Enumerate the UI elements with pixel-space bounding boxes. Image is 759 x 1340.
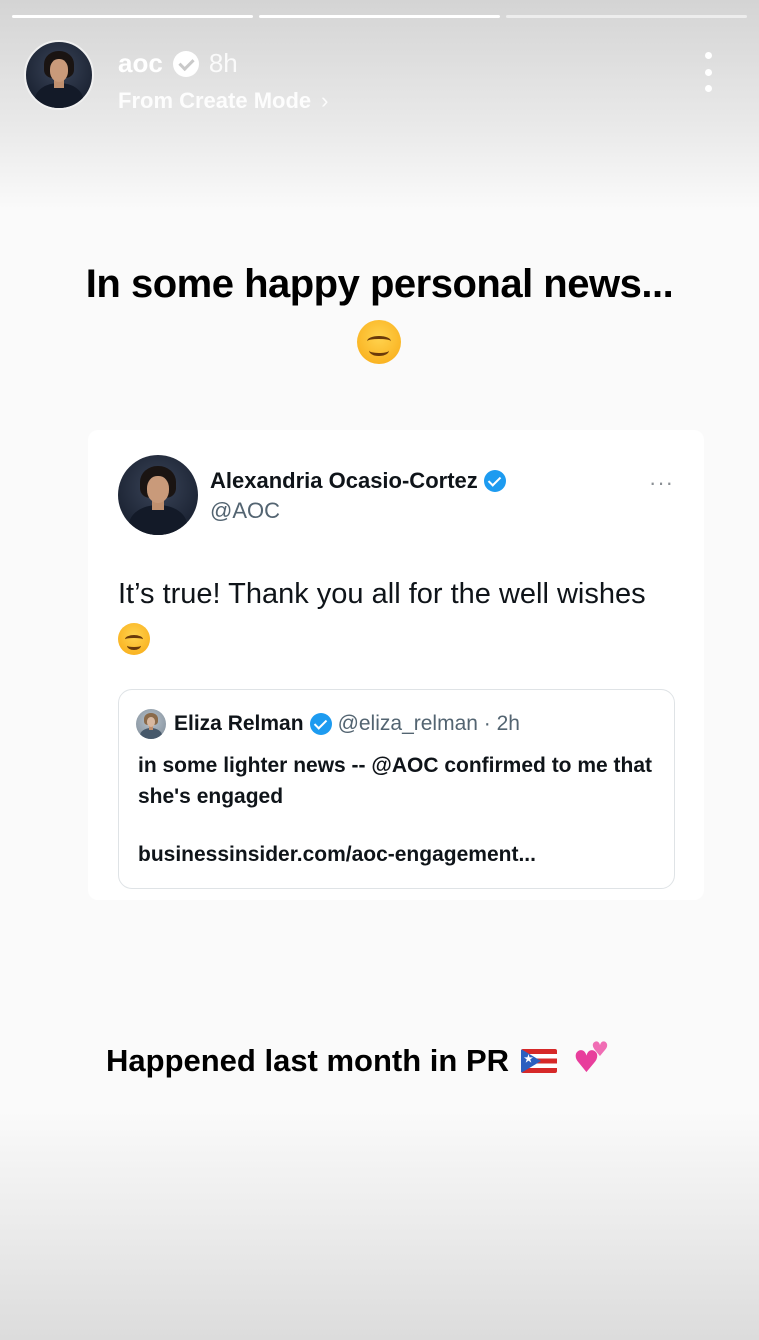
story-caption: Happened last month in PR ★ ♥ ♥ bbox=[106, 1037, 613, 1080]
flag-star: ★ bbox=[524, 1054, 533, 1065]
quoted-author-name[interactable]: Eliza Relman bbox=[174, 712, 304, 736]
tweet-author-handle[interactable]: @AOC bbox=[210, 498, 280, 524]
tweet-author-name-row[interactable]: Alexandria Ocasio-Cortez bbox=[210, 468, 506, 494]
progress-fill-1 bbox=[12, 15, 253, 18]
tweet-author-name[interactable]: Alexandria Ocasio-Cortez bbox=[210, 468, 478, 494]
dot bbox=[704, 68, 712, 76]
avatar-face bbox=[49, 59, 69, 82]
two-hearts-icon: ♥ ♥ bbox=[573, 1037, 613, 1080]
dot bbox=[704, 85, 712, 92]
quoted-tweet-header[interactable]: Eliza Relman @eliza_relman · 2h bbox=[174, 712, 520, 736]
progress-segment-1 bbox=[12, 15, 253, 18]
chevron-right-icon: › bbox=[321, 88, 329, 113]
emoji-face bbox=[118, 623, 150, 655]
story-headline: In some happy personal news... bbox=[85, 262, 674, 306]
create-mode-link[interactable]: From Create Mode › bbox=[118, 88, 328, 114]
verified-badge-icon bbox=[483, 470, 506, 492]
story-progress bbox=[12, 15, 747, 18]
dot bbox=[704, 52, 712, 59]
progress-segment-2 bbox=[259, 15, 500, 18]
profile-avatar[interactable] bbox=[24, 40, 94, 110]
smiling-face-icon bbox=[118, 623, 150, 655]
avatar-face bbox=[146, 475, 170, 503]
quoted-tweet-text: in some lighter news -- @AOC confirmed t… bbox=[138, 754, 653, 808]
quoted-tweet-link[interactable]: businessinsider.com/aoc-engagement... bbox=[138, 843, 536, 867]
create-mode-label: From Create Mode bbox=[118, 88, 312, 113]
avatar-face bbox=[146, 716, 156, 727]
verified-badge-icon bbox=[309, 713, 332, 735]
tweet-text: It’s true! Thank you all for the well wi… bbox=[118, 572, 658, 660]
puerto-rico-flag-icon: ★ bbox=[521, 1049, 558, 1073]
story-header-user[interactable]: aoc 8h bbox=[118, 48, 238, 79]
quoted-author-avatar[interactable] bbox=[136, 709, 166, 739]
caption-text: Happened last month in PR bbox=[106, 1043, 510, 1078]
smiling-face-icon bbox=[357, 320, 401, 364]
verified-badge-icon bbox=[172, 50, 199, 77]
tweet-author-avatar[interactable] bbox=[118, 455, 198, 535]
username[interactable]: aoc bbox=[118, 48, 163, 79]
more-vertical-icon[interactable] bbox=[700, 52, 716, 92]
tweet-text-content: It’s true! Thank you all for the well wi… bbox=[118, 578, 646, 610]
more-horizontal-icon[interactable]: ··· bbox=[649, 470, 674, 496]
story-background: aoc 8h From Create Mode › In some happy … bbox=[0, 0, 759, 1340]
heart-small: ♥ bbox=[591, 1037, 609, 1061]
progress-fill-2 bbox=[259, 15, 500, 18]
progress-segment-3 bbox=[506, 15, 747, 18]
story-time: 8h bbox=[208, 48, 238, 78]
quoted-author-meta: @eliza_relman · 2h bbox=[337, 712, 520, 735]
